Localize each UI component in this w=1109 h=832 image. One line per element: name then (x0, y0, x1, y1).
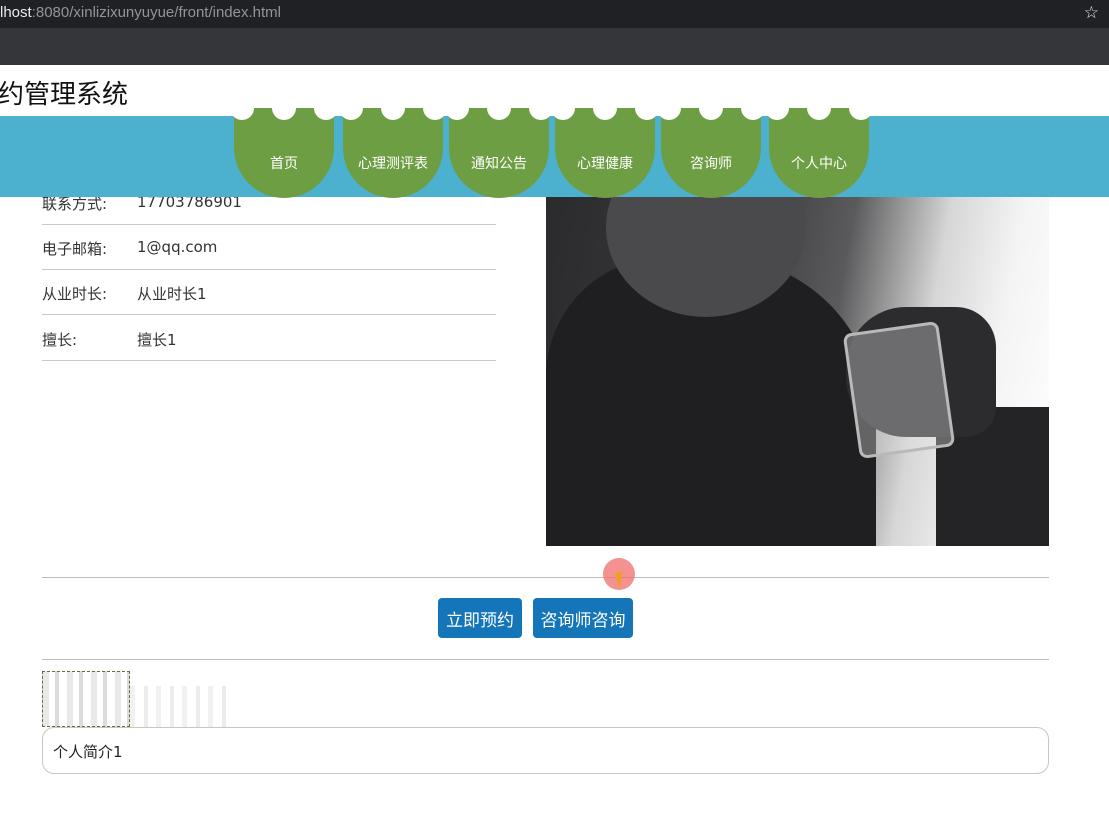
main-nav: 首页 心理测评表 通知公告 心理健康 咨询师 个人中心 (0, 102, 1109, 198)
nav-scallop (272, 102, 296, 120)
nav-item-profile[interactable]: 个人中心 (765, 102, 873, 198)
nav-scallop (230, 102, 254, 120)
nav-item-label: 心理测评表 (358, 156, 428, 172)
detail-row-experience: 从业时长: 从业时长1 (42, 269, 496, 315)
nav-scallop (339, 102, 363, 120)
nav-item-label: 通知公告 (471, 156, 527, 172)
url-host: lhost (0, 4, 32, 21)
nav-scallop (741, 102, 765, 120)
nav-scallop (423, 102, 447, 120)
detail-value: 擅长1 (137, 331, 177, 349)
counselor-photo (546, 197, 1049, 546)
thumbnail-image[interactable] (130, 686, 226, 727)
detail-value: 1@qq.com (137, 238, 218, 256)
nav-item-mental-health[interactable]: 心理健康 (551, 102, 659, 198)
nav-scallop (551, 102, 575, 120)
nav-scallop (381, 102, 405, 120)
browser-address-bar[interactable]: lhost:8080/xinlizixunyuyue/front/index.h… (0, 0, 1109, 28)
bookmark-star-icon[interactable]: ☆ (1084, 3, 1099, 23)
nav-scallop (529, 102, 553, 120)
personal-intro: 个人简介1 (42, 727, 1049, 774)
section-divider (42, 577, 1049, 578)
section-divider (42, 659, 1049, 660)
photo-perfume-bottle (842, 320, 956, 460)
nav-scallop (765, 102, 789, 120)
detail-label: 擅长: (42, 331, 78, 349)
nav-scallop (657, 102, 681, 120)
detail-value: 从业时长1 (137, 285, 207, 303)
book-now-button[interactable]: 立即预约 (438, 598, 522, 638)
detail-row-specialty: 擅长: 擅长1 (42, 315, 496, 361)
nav-item-notices[interactable]: 通知公告 (445, 102, 553, 198)
nav-scallop (699, 102, 723, 120)
bookmark-bar (0, 28, 1109, 65)
detail-row-email: 电子邮箱: 1@qq.com (42, 224, 496, 270)
nav-item-label: 个人中心 (791, 156, 847, 172)
nav-scallop (445, 102, 469, 120)
personal-intro-text: 个人简介1 (53, 743, 123, 761)
nav-item-label: 首页 (270, 156, 298, 172)
url-path: :8080/xinlizixunyuyue/front/index.html (31, 4, 281, 21)
consult-counselor-button[interactable]: 咨询师咨询 (533, 598, 633, 638)
site-title: 约管理系统 (0, 80, 129, 110)
nav-scallop (593, 102, 617, 120)
nav-item-label: 咨询师 (690, 156, 732, 172)
nav-item-label: 心理健康 (577, 156, 633, 172)
url-field[interactable]: lhost:8080/xinlizixunyuyue/front/index.h… (0, 4, 281, 21)
nav-scallop (487, 102, 511, 120)
nav-scallop (807, 102, 831, 120)
detail-label: 电子邮箱: (42, 240, 108, 258)
thumbnail-image[interactable] (42, 671, 130, 727)
nav-item-home[interactable]: 首页 (230, 102, 338, 198)
nav-scallop (849, 102, 873, 120)
nav-item-assessment[interactable]: 心理测评表 (339, 102, 447, 198)
nav-item-counselors[interactable]: 咨询师 (657, 102, 765, 198)
detail-label: 从业时长: (42, 285, 108, 303)
nav-scallop (635, 102, 659, 120)
nav-scallop (314, 102, 338, 120)
